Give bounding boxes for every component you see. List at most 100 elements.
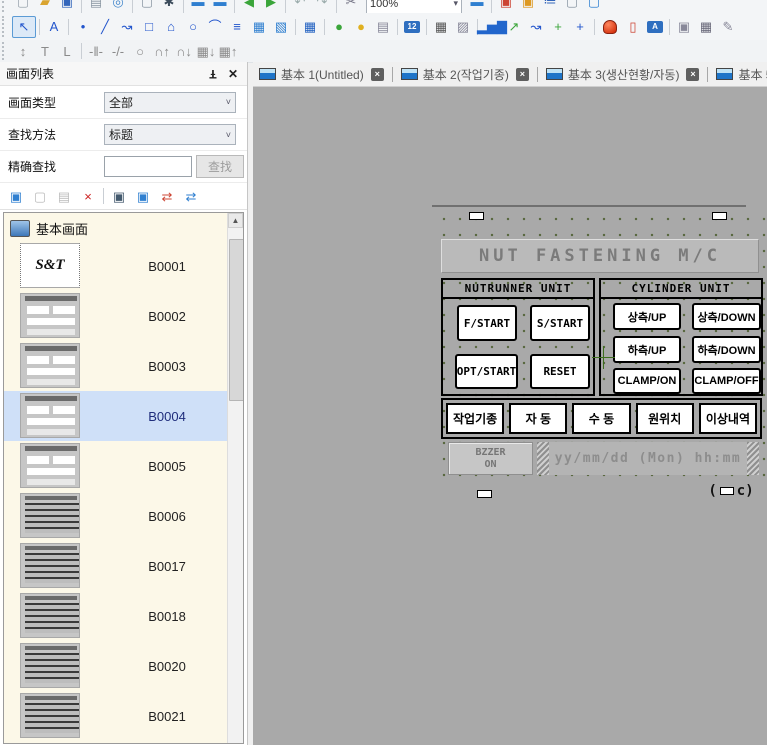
doc-blank-icon[interactable]: ▢ (561, 0, 583, 12)
design-screen-title[interactable]: NUT FASTENING M/C (441, 239, 759, 273)
item-list-icon[interactable]: ≔ (539, 0, 561, 12)
bit-marker[interactable] (712, 212, 727, 220)
opt-start-button[interactable]: OPT/START (455, 354, 518, 389)
grid-part-icon[interactable]: ▦ (430, 17, 452, 37)
screen-thumbnail[interactable] (20, 343, 80, 388)
screen-download-icon[interactable]: ⇄ (179, 186, 203, 206)
new-file-icon[interactable]: ▢ (12, 0, 34, 12)
tab-4[interactable]: 基本 5(× (710, 66, 767, 83)
line-graph-part-icon[interactable]: ↗ (503, 17, 525, 37)
text-input-part-icon[interactable]: T (34, 41, 56, 61)
screen-item-b0020[interactable]: B0020 (4, 641, 228, 691)
stamp-part-icon[interactable]: ▨ (452, 17, 474, 37)
tab-close-icon[interactable]: × (686, 68, 699, 81)
zoom-level-combo[interactable]: 100% ▾ (366, 0, 462, 14)
numeric-display-part-icon[interactable]: 12 (404, 21, 420, 33)
redo-icon[interactable]: ↷ (311, 0, 333, 12)
image-import-icon[interactable]: ▧ (270, 17, 292, 37)
screen-item-b0005[interactable]: B0005 (4, 441, 228, 491)
arc-tool-icon[interactable]: ⌒ (204, 17, 226, 37)
screen-thumbnail[interactable] (20, 693, 80, 738)
search-method-select[interactable]: 标题 ˅ (104, 124, 236, 145)
screen-folder-icon[interactable]: ▬ (209, 0, 231, 12)
tab-2[interactable]: 基本 2(작업기종)× (395, 66, 535, 83)
screen-item-b0006[interactable]: B0006 (4, 491, 228, 541)
screen-item-b0001[interactable]: S&TB0001 (4, 241, 228, 291)
tab-close-icon[interactable]: × (516, 68, 529, 81)
scrollbar-thumb[interactable] (229, 239, 244, 401)
alarm-list-part-icon[interactable]: ▯ (622, 17, 644, 37)
gauge-up-part-icon[interactable]: ∩↑ (151, 41, 173, 61)
clamp-on-button[interactable]: CLAMP/ON (613, 368, 681, 394)
move-route-green-icon[interactable]: + (547, 17, 569, 37)
datetime-display[interactable]: yy/mm/dd (Mon) hh:mm (537, 442, 759, 475)
design-canvas[interactable]: NUT FASTENING M/C NUTRUNNER UNIT CYLINDE… (253, 87, 767, 745)
scale-tool-icon[interactable]: ≡ (226, 17, 248, 37)
work-model-button[interactable]: 작업기종 (446, 403, 504, 434)
label-part-icon[interactable]: L (56, 41, 78, 61)
screen-thumbnail[interactable] (20, 493, 80, 538)
table-part-icon[interactable]: ▦ (299, 17, 321, 37)
nav-back-icon[interactable]: ◀ (238, 0, 260, 12)
upper-up-button[interactable]: 상측/UP (613, 303, 681, 330)
screen-item-b0017[interactable]: B0017 (4, 541, 228, 591)
system-settings-gear-icon[interactable]: ✱ (158, 0, 180, 12)
spin-input-part-icon[interactable]: ↕ (12, 41, 34, 61)
bit-marker[interactable] (477, 490, 492, 498)
fill-up-part-icon[interactable]: ▦↑ (217, 41, 239, 61)
new-screen-icon[interactable]: ▣ (4, 186, 28, 206)
image-tool-icon[interactable]: ▦ (248, 17, 270, 37)
home-position-button[interactable]: 원위치 (636, 403, 694, 434)
screen-thumbnail[interactable] (20, 593, 80, 638)
undo-icon[interactable]: ↶ (289, 0, 311, 12)
auto-button[interactable]: 자 동 (509, 403, 567, 434)
screen-item-b0018[interactable]: B0018 (4, 591, 228, 641)
polyline-tool-icon[interactable]: ↝ (116, 17, 138, 37)
screen-item-b0003[interactable]: B0003 (4, 341, 228, 391)
screen-thumbnail[interactable] (20, 443, 80, 488)
ellipse-tool-icon[interactable]: ○ (182, 17, 204, 37)
line-tool-icon[interactable]: ╱ (94, 17, 116, 37)
paste-screen-icon[interactable]: ▤ (52, 186, 76, 206)
nav-forward-icon[interactable]: ▶ (260, 0, 282, 12)
screen-capture-red-icon[interactable]: ▣ (495, 0, 517, 12)
pin-icon[interactable]: Ŧ (205, 66, 221, 82)
cascade-screens-icon[interactable]: ▣ (131, 186, 155, 206)
screen-item-b0004[interactable]: B0004 (4, 391, 228, 441)
tab-1[interactable]: 基本 1(Untitled)× (253, 66, 390, 83)
reset-button[interactable]: RESET (530, 354, 590, 389)
contact-b-part-icon[interactable]: -/- (107, 41, 129, 61)
f-start-button[interactable]: F/START (457, 305, 517, 341)
screen-item[interactable] (4, 741, 228, 744)
bar-graph-part-icon[interactable]: ▂▅▇ (481, 17, 503, 37)
word-lamp-part-icon[interactable]: ▤ (372, 17, 394, 37)
doc-edit-icon[interactable]: ▢ (583, 0, 605, 12)
close-icon[interactable]: ✕ (225, 66, 241, 82)
search-input[interactable] (104, 156, 192, 177)
screen-preview-icon[interactable]: ▬ (466, 0, 488, 12)
screen-new-icon[interactable]: ▬ (187, 0, 209, 12)
lamp-part-icon[interactable]: ● (350, 17, 372, 37)
screen-item-b0021[interactable]: B0021 (4, 691, 228, 741)
fill-down-part-icon[interactable]: ▦↓ (195, 41, 217, 61)
trend-graph-part-icon[interactable]: ↝ (525, 17, 547, 37)
s-start-button[interactable]: S/START (530, 305, 590, 341)
copy-screen-icon[interactable]: ▢ (28, 186, 52, 206)
preview-monitor-icon[interactable]: ▣ (107, 186, 131, 206)
screen-upload-icon[interactable]: ⇄ (155, 186, 179, 206)
screen-thumbnail[interactable] (20, 643, 80, 688)
text-tool-icon[interactable]: A (43, 17, 65, 37)
screen-thumbnail[interactable] (20, 743, 80, 744)
search-button[interactable]: 查找 (196, 155, 244, 178)
select-tool-icon[interactable]: ↖ (12, 16, 36, 38)
gauge-down-part-icon[interactable]: ∩↓ (173, 41, 195, 61)
cut-icon[interactable]: ✂ (340, 0, 362, 12)
coil-part-icon[interactable]: ○ (129, 41, 151, 61)
contact-a-part-icon[interactable]: -‖- (85, 41, 107, 61)
window-position-part-icon[interactable]: ▣ (673, 17, 695, 37)
clamp-off-button[interactable]: CLAMP/OFF (692, 368, 761, 394)
filmstrip-part-icon[interactable]: ▦ (695, 17, 717, 37)
rect-tool-icon[interactable]: □ (138, 17, 160, 37)
alarm-lamp-part-icon[interactable] (603, 20, 617, 34)
save-icon[interactable]: ▣ (56, 0, 78, 12)
